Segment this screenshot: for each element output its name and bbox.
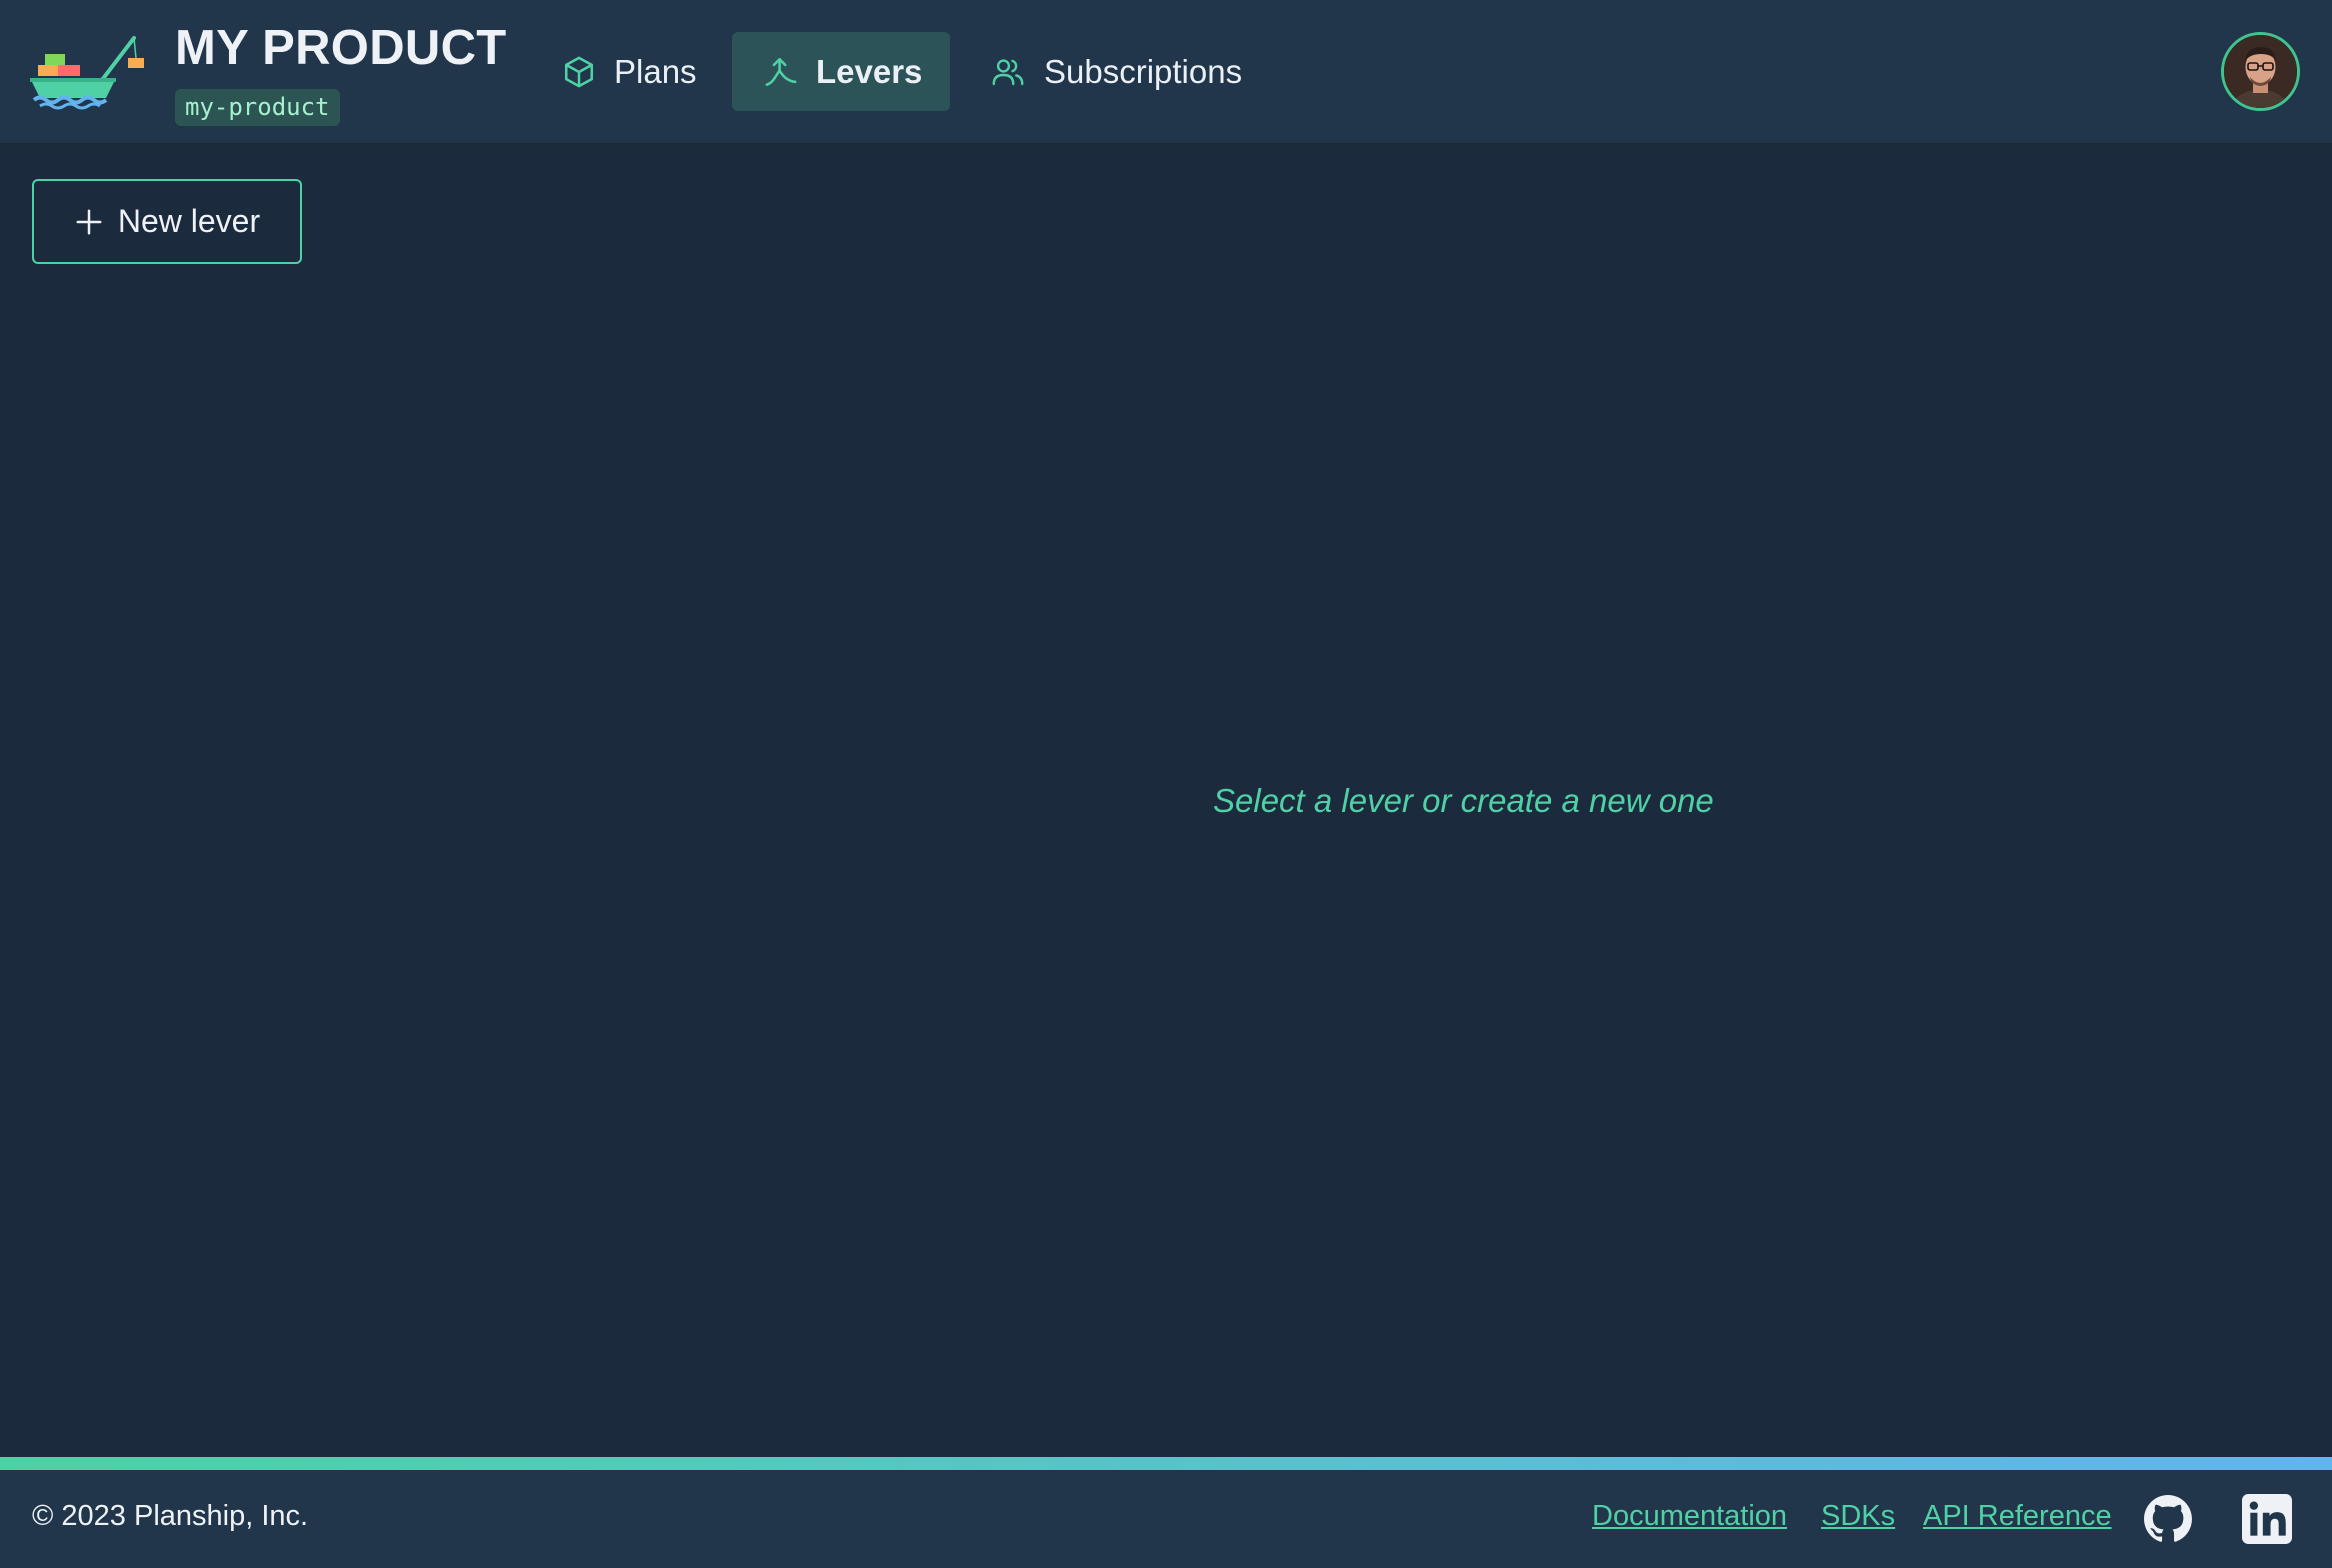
empty-state-message: Select a lever or create a new one [1213,782,1714,819]
user-avatar[interactable] [2221,32,2300,111]
linkedin-icon[interactable] [2242,1494,2292,1544]
github-icon[interactable] [2143,1494,2193,1544]
tab-levers[interactable]: Levers [732,32,950,111]
product-title: MY PRODUCT [175,21,507,75]
top-header: MY PRODUCT my-product Plans Levers Subsc… [0,0,2332,145]
tab-subscriptions[interactable]: Subscriptions [980,32,1242,111]
footer: © 2023 Planship, Inc. Documentation SDKs… [0,1470,2332,1568]
copyright-text: © 2023 Planship, Inc. [32,1500,309,1532]
new-lever-label: New lever [117,203,261,239]
lever-icon [765,57,797,86]
tab-plans-label: Plans [614,52,697,90]
api-reference-link[interactable]: API Reference [1923,1500,2112,1533]
product-slug-badge: my-product [175,89,340,126]
tab-plans[interactable]: Plans [552,32,697,111]
users-icon [992,58,1024,85]
avatar-image [2224,35,2297,108]
plus-icon [76,209,102,234]
new-lever-button[interactable]: New lever [32,179,302,264]
tab-levers-label: Levers [816,52,923,90]
ship-logo-icon[interactable] [30,34,146,110]
tab-subscriptions-label: Subscriptions [1044,52,1243,90]
documentation-link[interactable]: Documentation [1592,1500,1787,1533]
footer-gradient-bar [0,1457,2332,1470]
sdks-link[interactable]: SDKs [1821,1500,1895,1533]
cube-icon [564,56,594,87]
